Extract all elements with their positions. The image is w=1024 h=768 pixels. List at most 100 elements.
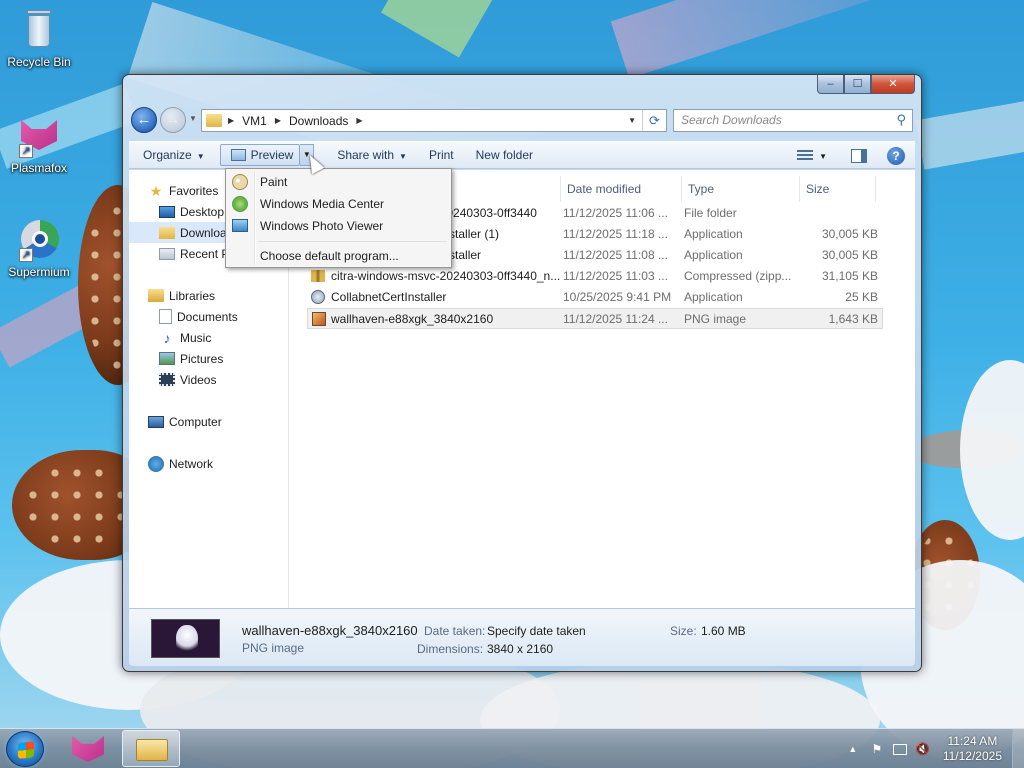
png-image-icon [312,312,326,326]
desktop-icon-supermium[interactable]: ↗ Supermium [1,218,77,279]
star-icon: ★ [149,182,163,199]
menu-item-windows-photo-viewer[interactable]: Windows Photo Viewer [228,215,449,237]
desktop-icon [159,205,175,218]
chevron-right-icon[interactable]: ▶ [228,116,234,125]
taskbar-app-plasmafox[interactable] [60,730,118,767]
dimensions-label: Dimensions: [417,642,484,656]
change-view-icon[interactable] [797,150,814,162]
show-desktop-button[interactable] [1012,729,1024,768]
column-header-date-modified[interactable]: Date modified [561,176,682,202]
help-button[interactable]: ? [887,147,905,165]
column-header-size[interactable]: Size [800,176,876,202]
nav-videos[interactable]: Videos [129,369,288,390]
close-button[interactable]: ✕ [871,75,915,94]
menu-item-choose-default-program[interactable]: Choose default program... [228,245,449,267]
computer-icon [148,415,164,428]
pictures-icon [159,352,175,365]
nav-network[interactable]: Network [129,453,288,474]
file-row[interactable]: citra-windows-msvc-20240303-0ff3440_n...… [307,266,883,287]
toolbar-right-group: ▼ ? [797,142,915,170]
libraries-icon [148,289,164,302]
action-center-flag-icon[interactable]: ⚑ [869,741,885,757]
file-name: CollabnetCertInstaller [331,290,447,304]
shortcut-arrow-icon: ↗ [19,248,33,262]
minimize-button[interactable]: – [817,75,844,94]
breadcrumb-vm1[interactable]: VM1 [242,114,267,128]
clock-date: 11/12/2025 [942,749,1002,763]
nav-documents[interactable]: Documents [129,306,288,327]
menu-item-label: Windows Photo Viewer [260,219,384,233]
details-filename: wallhaven-e88xgk_3840x2160 [242,623,418,638]
chevron-down-icon: ▼ [196,152,205,161]
organize-button[interactable]: Organize ▼ [129,144,216,166]
preview-icon [230,149,246,161]
show-hidden-icons-button[interactable]: ▲ [845,741,861,757]
system-tray: ▲ ⚑ 🔇 11:24 AM 11/12/2025 [841,729,1024,768]
videos-icon [159,373,175,386]
file-date: 11/12/2025 11:24 ... [563,312,668,326]
nav-label: Videos [180,372,217,387]
menu-item-windows-media-center[interactable]: Windows Media Center [228,193,449,215]
search-input[interactable]: Search Downloads ⚲ [673,109,913,132]
file-row[interactable]: CollabnetCertInstaller 10/25/2025 9:41 P… [307,287,883,308]
network-status-icon[interactable] [892,743,907,755]
date-taken-value[interactable]: Specify date taken [487,624,586,638]
explorer-window: – ☐ ✕ ← → ▼ ▶ VM1 ▶ Downloads ▶ ▼ ⟳ Sear… [122,74,922,672]
file-size: 25 KB [845,290,878,304]
address-bar[interactable]: ▶ VM1 ▶ Downloads ▶ ▼ ⟳ [201,109,667,132]
menu-separator [258,241,447,242]
menu-item-paint[interactable]: Paint [228,171,449,193]
documents-icon [159,309,172,324]
view-options-chevron-icon[interactable]: ▼ [819,152,827,161]
date-taken-label: Date taken: [424,624,486,638]
desktop-icon-recycle-bin[interactable]: Recycle Bin [1,8,77,69]
chevron-right-icon[interactable]: ▶ [275,116,281,125]
downloads-folder-icon [159,226,175,239]
preview-button[interactable]: Preview [219,144,301,166]
maximize-button[interactable]: ☐ [844,75,871,94]
forward-button[interactable]: → [160,107,186,133]
file-date: 11/12/2025 11:08 ... [563,248,668,262]
nav-libraries[interactable]: Libraries [129,285,288,306]
supermium-icon: ↗ [17,218,61,262]
back-button[interactable]: ← [131,107,157,133]
shortcut-arrow-icon: ↗ [19,144,33,158]
recent-pages-chevron-icon[interactable]: ▼ [189,114,197,123]
file-date: 10/25/2025 9:41 PM [563,290,672,304]
clock[interactable]: 11:24 AM 11/12/2025 [943,734,1002,764]
nav-computer[interactable]: Computer [129,411,288,432]
chevron-right-icon[interactable]: ▶ [356,116,362,125]
address-history-chevron-icon[interactable]: ▼ [628,116,636,125]
column-header-type[interactable]: Type [682,176,800,202]
size-value: 1.60 MB [701,624,746,638]
nav-pictures[interactable]: Pictures [129,348,288,369]
taskbar-app-explorer[interactable] [122,730,180,767]
nav-label: Pictures [180,351,224,366]
music-icon: ♪ [163,329,171,346]
file-size: 30,005 KB [821,227,878,241]
volume-muted-icon[interactable]: 🔇 [915,741,931,757]
desktop-icon-plasmafox[interactable]: ↗ Plasmafox [1,114,77,175]
menu-item-label: Paint [260,175,288,189]
start-button[interactable] [6,731,44,767]
menu-item-label: Windows Media Center [260,197,385,211]
thumbnail-figure [176,625,198,654]
details-filetype: PNG image [242,641,305,655]
plasmafox-icon [72,736,104,762]
desktop-icon-label: Recycle Bin [7,55,71,69]
clock-time: 11:24 AM [947,734,998,748]
share-with-button[interactable]: Share with ▼ [326,144,418,166]
file-size: 30,005 KB [821,248,878,262]
paint-icon [232,174,248,190]
new-folder-button[interactable]: New folder [465,144,544,166]
refresh-icon[interactable]: ⟳ [642,110,666,131]
print-button[interactable]: Print [418,144,465,166]
search-icon[interactable]: ⚲ [896,112,906,128]
file-date: 11/12/2025 11:03 ... [563,269,668,283]
nav-music[interactable]: ♪ Music [129,327,288,348]
file-row-selected[interactable]: wallhaven-e88xgk_3840x2160 11/12/2025 11… [307,308,883,329]
file-type: Application [684,290,743,304]
photo-viewer-icon [232,219,248,232]
preview-pane-icon[interactable] [851,149,867,163]
breadcrumb-downloads[interactable]: Downloads [289,114,348,128]
